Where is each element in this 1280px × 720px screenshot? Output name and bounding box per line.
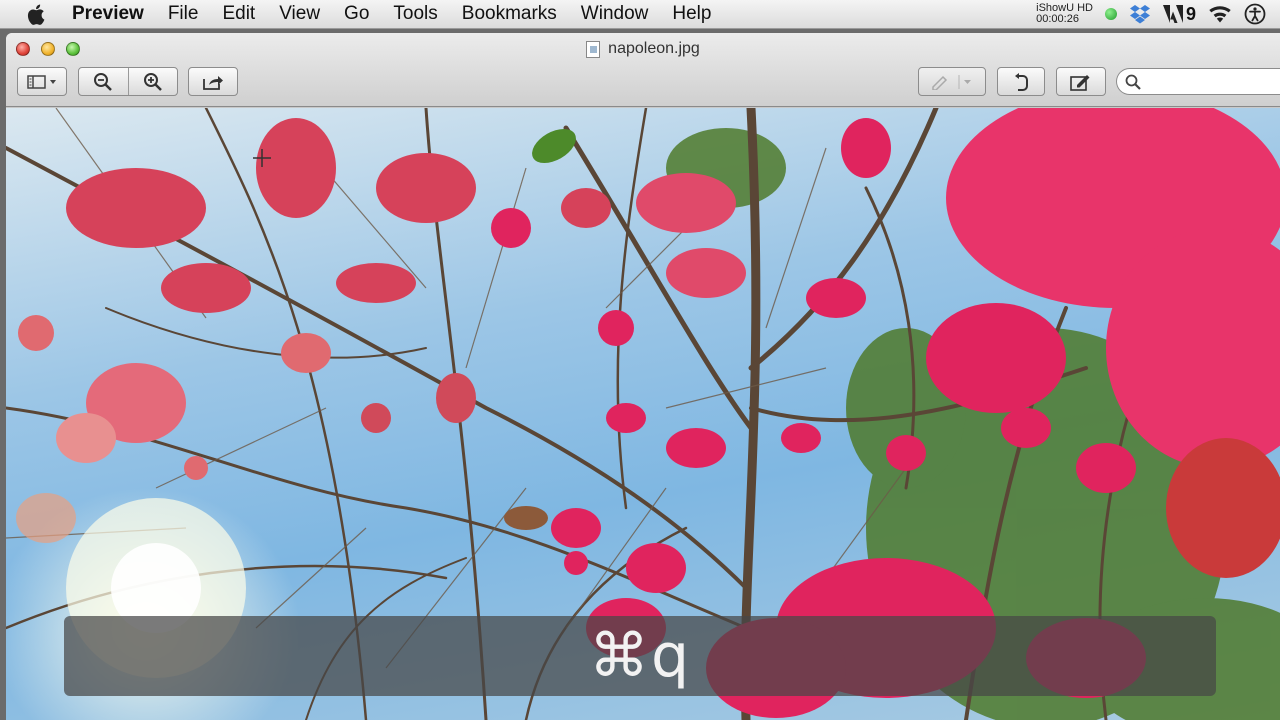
- menu-go[interactable]: Go: [332, 3, 381, 25]
- window-title: napoleon.jpg: [6, 40, 1280, 58]
- search-icon: [1125, 74, 1141, 90]
- highlighter-icon: [932, 74, 971, 90]
- sidebar-view-button[interactable]: [17, 67, 67, 96]
- zoom-out-icon: [94, 72, 113, 91]
- recorder-time: 00:00:26: [1036, 13, 1079, 25]
- menu-window[interactable]: Window: [569, 3, 661, 25]
- apple-menu-icon[interactable]: [0, 4, 72, 25]
- menu-edit[interactable]: Edit: [210, 3, 267, 25]
- search-input[interactable]: [1145, 72, 1280, 91]
- share-button[interactable]: [188, 67, 238, 96]
- title-bar: napoleon.jpg: [6, 33, 1280, 107]
- menu-bar: Preview File Edit View Go Tools Bookmark…: [0, 0, 1280, 29]
- accessibility-icon[interactable]: [1244, 3, 1266, 25]
- wifi-icon[interactable]: [1208, 5, 1232, 23]
- sidebar-icon: [27, 74, 56, 89]
- pencil-box-icon: [1070, 74, 1090, 91]
- search-field[interactable]: [1116, 68, 1280, 95]
- menu-tools[interactable]: Tools: [381, 3, 449, 25]
- show-edit-toolbar-button[interactable]: [1056, 67, 1106, 96]
- zoom-in-icon: [143, 72, 162, 91]
- document-proxy-icon[interactable]: [586, 40, 601, 58]
- keystroke-overlay: ⌘q: [64, 616, 1216, 696]
- adobe-icon: [1162, 5, 1183, 23]
- menu-bookmarks[interactable]: Bookmarks: [450, 3, 569, 25]
- recording-indicator-icon[interactable]: [1104, 8, 1117, 20]
- menu-view[interactable]: View: [267, 3, 332, 25]
- share-icon: [203, 75, 223, 90]
- adobe-count-badge: 9: [1185, 3, 1196, 24]
- menu-help[interactable]: Help: [660, 3, 723, 25]
- menu-app-name[interactable]: Preview: [72, 3, 156, 25]
- zoom-out-button[interactable]: [79, 68, 128, 95]
- menu-file[interactable]: File: [156, 3, 211, 25]
- highlight-button[interactable]: [918, 67, 986, 96]
- zoom-in-button[interactable]: [127, 68, 177, 95]
- zoom-controls: [78, 67, 178, 96]
- adobe-updates[interactable]: 9: [1162, 3, 1196, 25]
- dropbox-icon[interactable]: [1129, 4, 1151, 24]
- recorder-status[interactable]: iShowU HD 00:00:26: [1036, 3, 1093, 25]
- window-title-text: napoleon.jpg: [608, 40, 700, 57]
- keystroke-text: ⌘q: [588, 621, 692, 691]
- rotate-button[interactable]: [997, 67, 1045, 96]
- rotate-icon: [1015, 72, 1028, 91]
